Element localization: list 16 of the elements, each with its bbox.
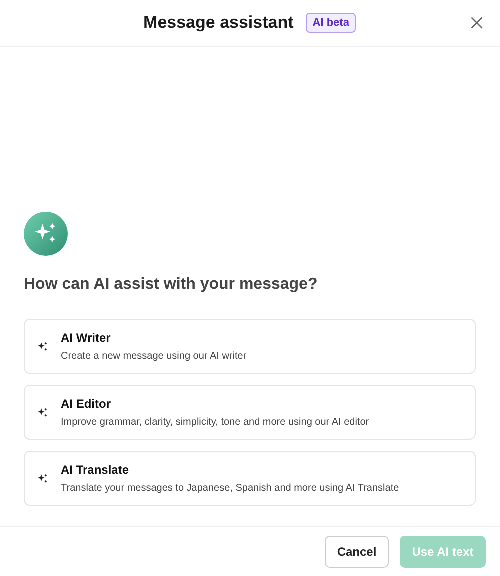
option-description: Create a new message using our AI writer: [61, 350, 247, 364]
option-description: Translate your messages to Japanese, Spanish and more using AI Translate: [61, 482, 400, 496]
dialog-title: Message assistant: [144, 12, 294, 34]
beta-badge: AI beta: [306, 12, 356, 34]
option-description: Improve grammar, clarity, simplicity, tone and more using our AI editor: [61, 416, 370, 430]
sparkles-icon: [37, 472, 49, 484]
sparkles-icon: [37, 406, 49, 418]
option-card[interactable]: AI Editor Improve grammar, clarity, simplicity, tone and more using our AI editor: [24, 385, 476, 440]
sparkles-icon: [37, 340, 49, 352]
prompt-heading: How can AI assist with your message?: [24, 275, 319, 295]
option-title: AI Writer: [61, 330, 112, 347]
option-title: AI Translate: [61, 462, 130, 479]
option-card[interactable]: AI Writer Create a new message using our AI writer: [24, 319, 476, 374]
option-title: AI Editor: [61, 396, 112, 413]
cancel-button[interactable]: Cancel: [325, 536, 389, 568]
option-card[interactable]: AI Translate Translate your messages to Japanese, Spanish and more using AI Translate: [24, 451, 476, 506]
